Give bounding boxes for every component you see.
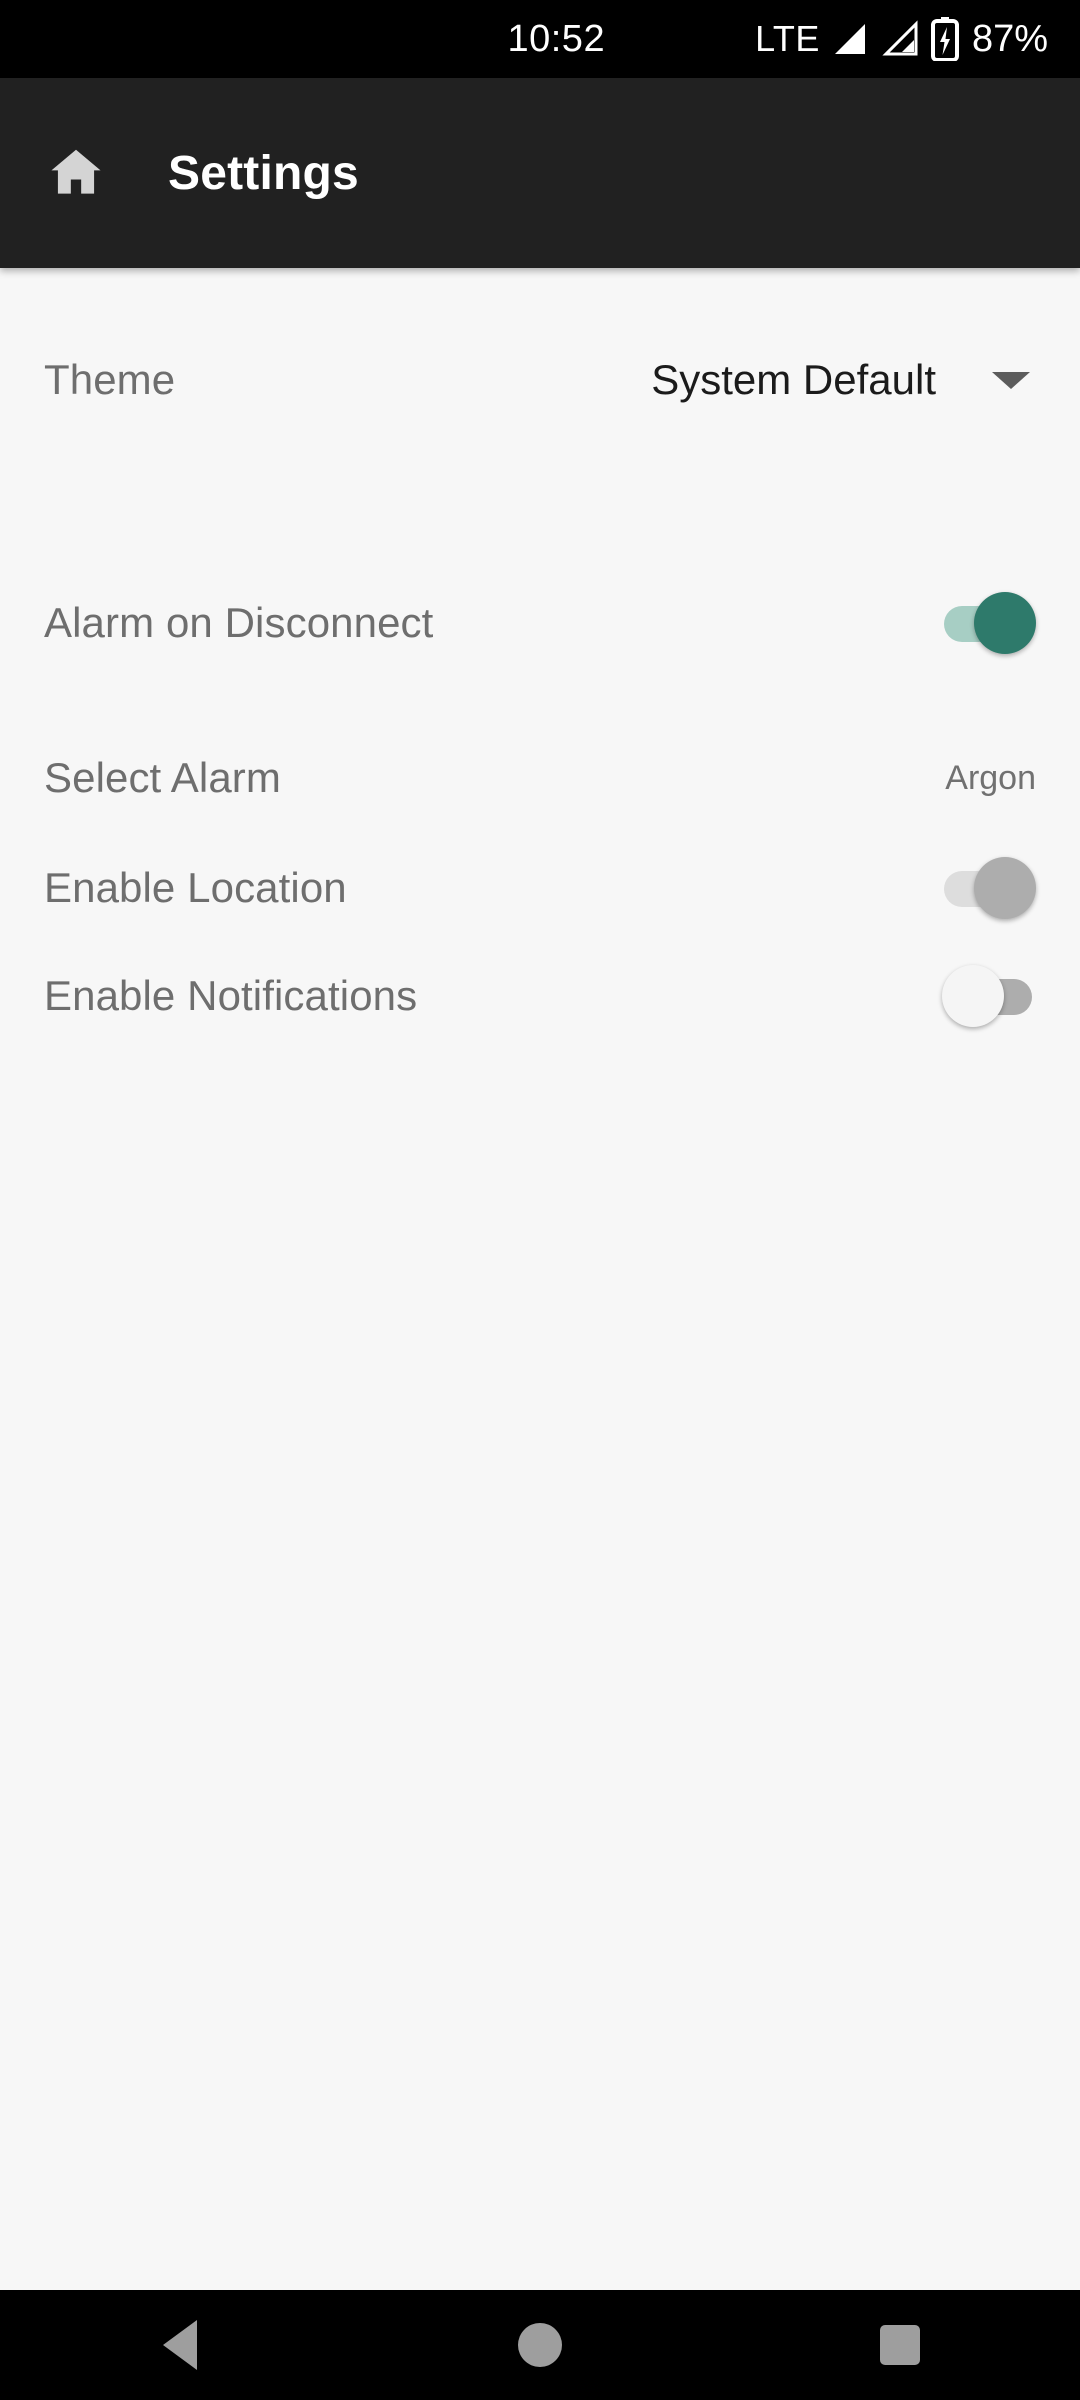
- select-alarm-value: Argon: [945, 758, 1036, 797]
- settings-row-theme[interactable]: Theme System Default: [0, 320, 1080, 440]
- enable-notifications-switch[interactable]: [942, 965, 1036, 1027]
- switch-thumb: [974, 857, 1036, 919]
- status-bar: 10:52 LTE 87%: [0, 0, 1080, 78]
- settings-row-alarm-on-disconnect[interactable]: Alarm on Disconnect: [0, 568, 1080, 678]
- network-type-label: LTE: [755, 18, 820, 59]
- settings-row-label: Select Alarm: [44, 754, 281, 801]
- theme-spinner-value: System Default: [651, 356, 936, 403]
- nav-back-button[interactable]: [105, 2290, 255, 2400]
- theme-spinner[interactable]: System Default: [651, 356, 1036, 404]
- battery-charging-icon: [930, 17, 959, 61]
- home-icon: [51, 149, 101, 194]
- enable-location-switch[interactable]: [944, 857, 1036, 919]
- switch-thumb: [974, 592, 1036, 654]
- status-icons: LTE 87%: [755, 17, 1048, 61]
- home-circle-icon: [518, 2323, 562, 2367]
- phone-screen: 10:52 LTE 87% Settings Theme System Defa…: [0, 0, 1080, 2400]
- settings-row-select-alarm[interactable]: Select Alarm Argon: [0, 723, 1080, 833]
- status-clock: 10:52: [507, 18, 606, 60]
- back-triangle-icon: [163, 2320, 197, 2370]
- signal-bars-icon: [834, 24, 865, 54]
- nav-home-button[interactable]: [465, 2290, 615, 2400]
- switch-thumb: [942, 965, 1004, 1027]
- system-navigation-bar: [0, 2290, 1080, 2400]
- settings-row-label: Enable Notifications: [44, 972, 418, 1019]
- nav-recents-button[interactable]: [825, 2290, 975, 2400]
- settings-row-label: Theme: [44, 356, 176, 403]
- recents-square-icon: [880, 2325, 920, 2365]
- chevron-down-icon: [992, 371, 1030, 389]
- settings-row-enable-notifications[interactable]: Enable Notifications: [0, 941, 1080, 1051]
- settings-row-label: Alarm on Disconnect: [44, 599, 434, 646]
- battery-percent-label: 87%: [971, 18, 1048, 60]
- settings-list: Theme System Default Alarm on Disconnect…: [0, 268, 1080, 2290]
- app-bar: Settings: [0, 78, 1080, 268]
- page-title: Settings: [168, 146, 359, 200]
- signal-bars-icon: [882, 20, 918, 56]
- alarm-on-disconnect-switch[interactable]: [944, 592, 1036, 654]
- settings-row-label: Enable Location: [44, 864, 347, 911]
- settings-row-enable-location[interactable]: Enable Location: [0, 833, 1080, 943]
- home-button[interactable]: [28, 125, 124, 221]
